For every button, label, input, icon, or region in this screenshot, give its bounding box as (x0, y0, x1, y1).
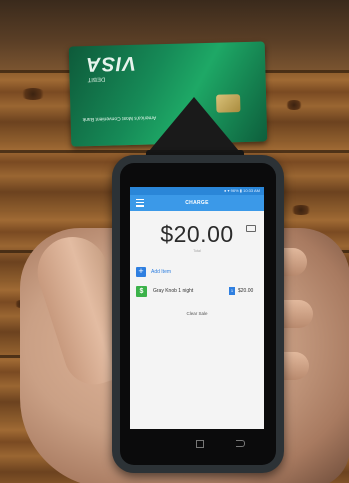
list-item[interactable]: $ Gray Knob 1 night 1 $20.00 (136, 285, 264, 297)
item-name: Gray Knob 1 night (153, 288, 194, 294)
card-type: DEBIT (87, 75, 106, 83)
status-bar: ● ▾ 96% ▮ 10:33 AM (130, 187, 264, 195)
menu-icon[interactable] (136, 199, 144, 207)
card-brand: VISA (84, 51, 137, 76)
app-bar: CHARGE (130, 195, 264, 211)
amount-caption: Total (193, 249, 201, 253)
wood-knot (285, 100, 303, 110)
wood-knot (20, 88, 46, 100)
plus-icon: + (136, 267, 146, 277)
card-reader (144, 97, 244, 157)
add-item-label: Add Item (151, 269, 172, 275)
add-item-button[interactable]: + Add Item (136, 267, 264, 277)
wood-knot (290, 205, 312, 215)
phone-softkeys (196, 440, 256, 448)
back-icon[interactable] (236, 440, 245, 447)
item-quantity[interactable]: 1 (229, 287, 235, 295)
photo: VISA DEBIT America's Most Convenient Ban… (0, 0, 349, 483)
item-price: $20.00 (238, 288, 254, 294)
phone-screen: ● ▾ 96% ▮ 10:33 AM CHARGE $20.00 Total +… (130, 187, 264, 429)
app-title: CHARGE (185, 200, 209, 206)
dollar-icon: $ (136, 285, 147, 297)
charge-amount: $20.00 (160, 221, 234, 247)
keypad-icon[interactable] (246, 225, 256, 232)
recent-apps-icon[interactable] (196, 440, 204, 448)
clear-sale-button[interactable]: Clear Sale (130, 311, 264, 316)
